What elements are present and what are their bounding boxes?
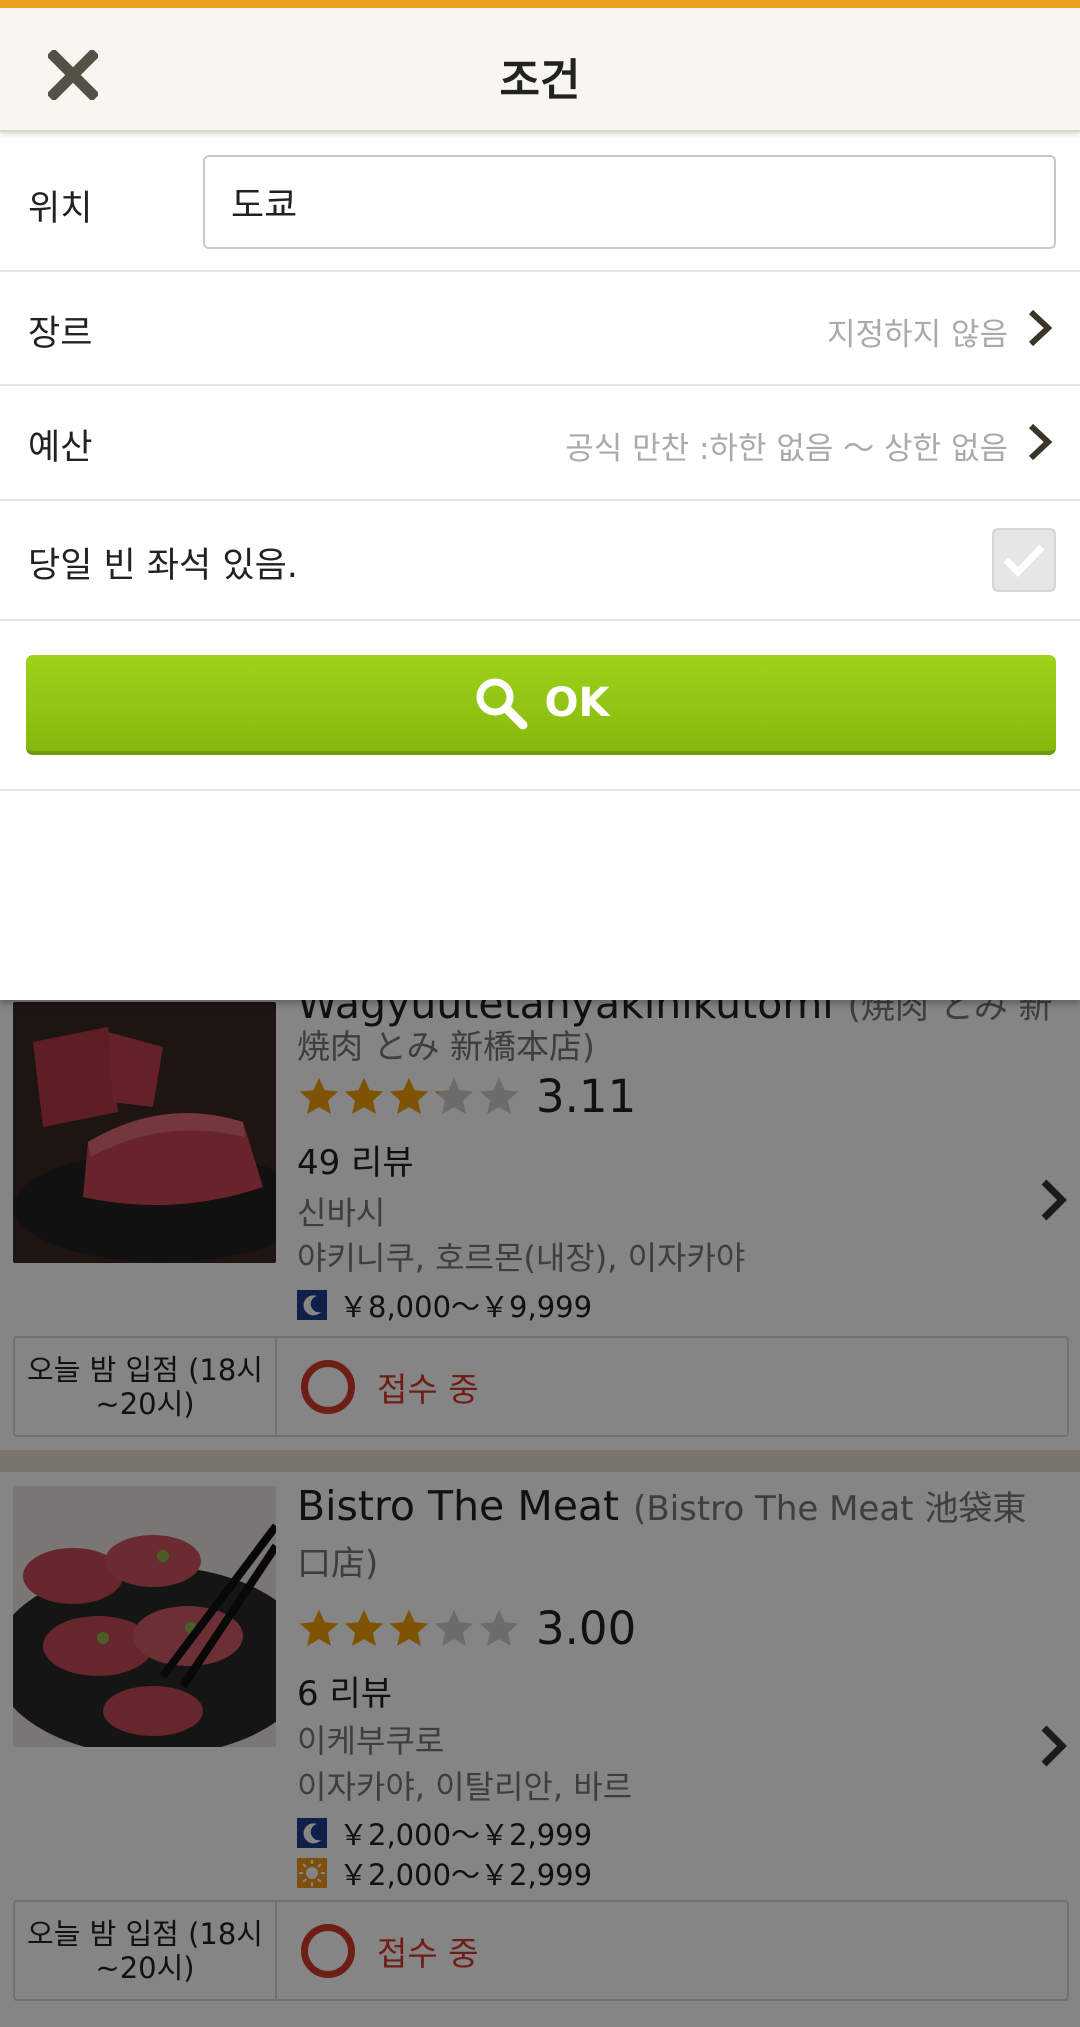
ok-button[interactable]: OK <box>26 655 1056 755</box>
modal-backdrop[interactable] <box>0 1000 1080 2027</box>
ok-row: OK <box>0 621 1080 791</box>
vacancy-label: 당일 빈 좌석 있음. <box>28 546 298 586</box>
location-label: 위치 <box>28 189 93 229</box>
vacancy-checkbox[interactable] <box>992 528 1056 592</box>
budget-row[interactable]: 예산 공식 만찬 :하한 없음 ～ 상한 없음 <box>0 386 1080 501</box>
location-input[interactable] <box>203 155 1056 249</box>
chevron-right-icon <box>1028 309 1053 347</box>
conditions-modal: 조건 위치 장르 지정하지 않음 예산 공식 만찬 :하한 없음 ～ 상한 없음… <box>0 0 1080 1000</box>
genre-row[interactable]: 장르 지정하지 않음 <box>0 272 1080 386</box>
budget-value: 공식 만찬 :하한 없음 ～ 상한 없음 <box>565 431 1008 467</box>
ok-label: OK <box>544 680 610 726</box>
chevron-right-icon <box>1028 423 1053 461</box>
genre-value: 지정하지 않음 <box>827 317 1008 353</box>
modal-title: 조건 <box>499 55 581 106</box>
checkmark-icon <box>1003 544 1045 578</box>
genre-label: 장르 <box>28 314 93 354</box>
vacancy-row[interactable]: 당일 빈 좌석 있음. <box>0 501 1080 621</box>
accent-bar <box>0 0 1080 8</box>
location-row: 위치 <box>0 134 1080 272</box>
search-icon <box>476 678 527 730</box>
budget-label: 예산 <box>28 428 93 468</box>
modal-header: 조건 <box>0 8 1080 132</box>
